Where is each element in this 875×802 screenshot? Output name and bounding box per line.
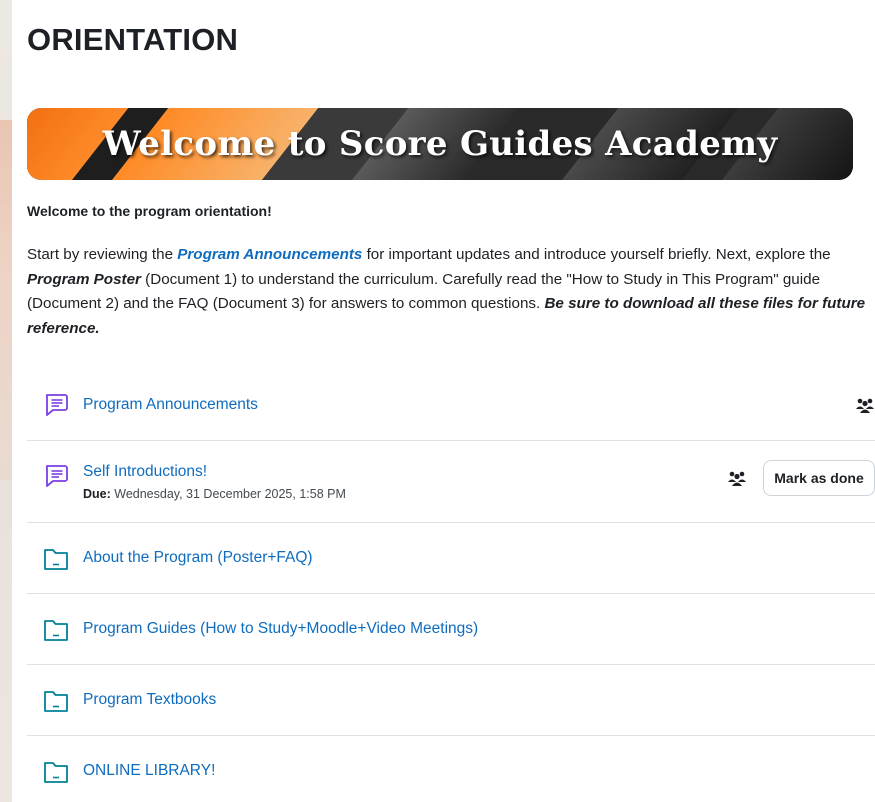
announcements-inline-link[interactable]: Program Announcements	[177, 246, 362, 263]
due-value: Wednesday, 31 December 2025, 1:58 PM	[110, 487, 346, 501]
activity-link-about-program[interactable]: About the Program (Poster+FAQ)	[83, 549, 313, 567]
welcome-banner: Welcome to Score Guides Academy	[27, 108, 853, 180]
activity-row-program-textbooks: Program Textbooks	[27, 665, 875, 736]
activity-row-announcements: Program Announcements	[27, 369, 875, 441]
mark-as-done-button[interactable]: Mark as done	[763, 460, 875, 496]
course-section-panel: ORIENTATION Welcome to Score Guides Acad…	[12, 0, 875, 802]
intro-paragraph: Start by reviewing the Program Announcem…	[27, 243, 875, 341]
activity-row-online-library: ONLINE LIBRARY!	[27, 736, 875, 802]
poster-emphasis: Program Poster	[27, 270, 141, 288]
group-mode-icon[interactable]	[855, 397, 875, 413]
activity-link-announcements[interactable]: Program Announcements	[83, 396, 258, 414]
forum-icon	[45, 465, 68, 487]
folder-icon	[44, 691, 68, 712]
activity-row-program-guides: Program Guides (How to Study+Moodle+Vide…	[27, 594, 875, 665]
activity-link-self-introductions[interactable]: Self Introductions!	[83, 463, 207, 481]
due-date: Due: Wednesday, 31 December 2025, 1:58 P…	[83, 487, 346, 501]
activity-link-online-library[interactable]: ONLINE LIBRARY!	[83, 762, 215, 780]
intro-text: Start by reviewing the	[27, 246, 178, 263]
group-mode-icon[interactable]	[727, 470, 747, 486]
activity-row-self-introductions: Self Introductions! Due: Wednesday, 31 D…	[27, 441, 875, 523]
folder-icon	[44, 549, 68, 570]
activity-link-program-guides[interactable]: Program Guides (How to Study+Moodle+Vide…	[83, 620, 478, 638]
folder-icon	[44, 620, 68, 641]
intro-heading: Welcome to the program orientation!	[27, 203, 272, 219]
due-label: Due:	[83, 487, 111, 501]
activity-link-program-textbooks[interactable]: Program Textbooks	[83, 691, 216, 709]
activity-row-about-program: About the Program (Poster+FAQ)	[27, 523, 875, 594]
section-title: ORIENTATION	[27, 22, 239, 57]
folder-icon	[44, 762, 68, 783]
banner-text: Welcome to Score Guides Academy	[102, 124, 778, 164]
intro-text: for important updates and introduce your…	[362, 246, 831, 263]
forum-icon	[45, 394, 68, 416]
activity-list: Program Announcements Self Introductions…	[27, 369, 875, 802]
